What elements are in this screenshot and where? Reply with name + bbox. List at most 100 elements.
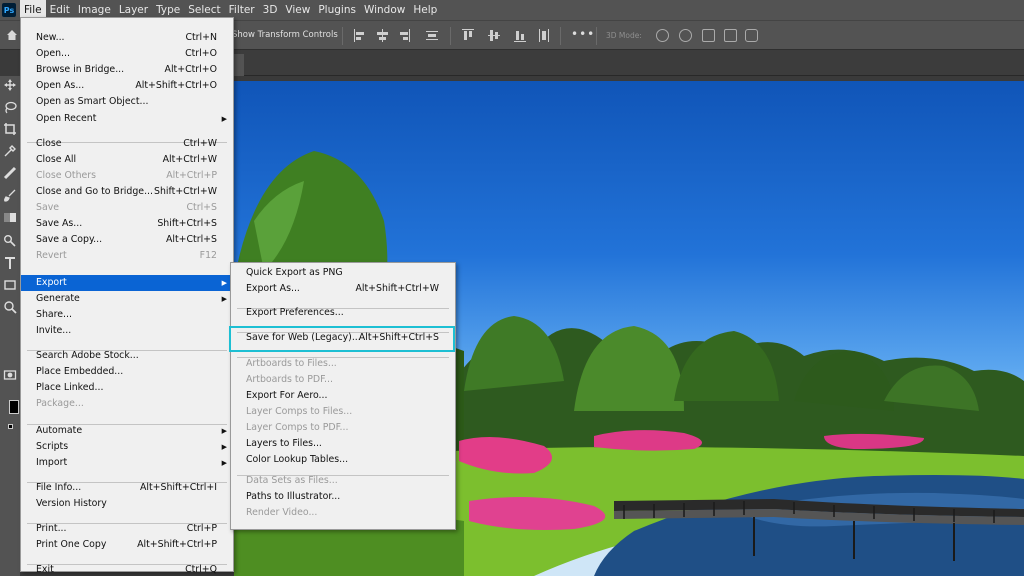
menu-item-label: Print One Copy <box>36 539 107 550</box>
export-item-render-video: Render Video... <box>231 505 455 521</box>
menu-item-label: Layer Comps to Files... <box>246 406 353 417</box>
foreground-color-swatch[interactable] <box>9 400 19 414</box>
export-item-paths-to-illustrator[interactable]: Paths to Illustrator... <box>231 489 455 505</box>
menu-item-label: Layers to Files... <box>246 438 322 449</box>
align-bottom-edges-icon[interactable] <box>514 29 526 42</box>
menu-item-label: Exit <box>36 564 54 575</box>
menu-view[interactable]: View <box>281 0 314 20</box>
menu-item-search-adobe-stock[interactable]: Search Adobe Stock... <box>21 348 233 364</box>
menu-item-print[interactable]: Print... Ctrl+P <box>21 521 233 537</box>
menu-item-label: Close <box>36 138 62 149</box>
menu-item-label: Automate <box>36 425 83 436</box>
submenu-arrow-icon: ▶ <box>221 279 227 287</box>
menu-item-open-as-smart-object[interactable]: Open as Smart Object... <box>21 94 233 110</box>
more-options-icon[interactable]: ••• <box>571 27 595 41</box>
distribute-vertical-icon[interactable] <box>538 29 550 42</box>
document-tab[interactable] <box>234 54 244 76</box>
menu-item-label: Revert <box>36 250 67 261</box>
export-item-export-preferences[interactable]: Export Preferences... <box>231 305 455 321</box>
menu-item-package: Package... <box>21 396 233 412</box>
submenu-arrow-icon: ▶ <box>221 115 227 123</box>
orbit-3d-icon[interactable] <box>656 29 669 42</box>
home-icon[interactable] <box>6 29 18 41</box>
menu-item-close[interactable]: Close Ctrl+W <box>21 136 233 152</box>
export-item-layer-comps-to-pdf: Layer Comps to PDF... <box>231 420 455 436</box>
default-colors-icon[interactable] <box>8 424 13 429</box>
menu-item-label: Layer Comps to PDF... <box>246 422 349 433</box>
document-tab-strip <box>234 50 1024 76</box>
pen-tool-icon[interactable] <box>3 234 17 248</box>
menu-item-place-linked[interactable]: Place Linked... <box>21 380 233 396</box>
menu-item-label: Data Sets as Files... <box>246 475 338 486</box>
zoom-tool-icon[interactable] <box>3 300 17 314</box>
menu-item-open-as[interactable]: Open As... Alt+Shift+Ctrl+O <box>21 78 233 94</box>
export-item-export-for-aero[interactable]: Export For Aero... <box>231 388 455 404</box>
move-tool-icon[interactable] <box>3 78 17 92</box>
menu-item-export[interactable]: Export ▶ <box>21 275 233 291</box>
menu-item-label: Generate <box>36 293 80 304</box>
menu-item-shortcut: Alt+Ctrl+S <box>165 234 217 245</box>
menu-item-import[interactable]: Import ▶ <box>21 455 233 471</box>
export-item-color-lookup-tables[interactable]: Color Lookup Tables... <box>231 452 455 468</box>
menu-plugins[interactable]: Plugins <box>314 0 360 20</box>
options-separator <box>560 27 561 45</box>
rectangle-tool-icon[interactable] <box>3 278 17 292</box>
align-vertical-centers-icon[interactable] <box>488 29 500 42</box>
export-item-quick-export-as-png[interactable]: Quick Export as PNG <box>231 265 455 281</box>
menu-item-place-embedded[interactable]: Place Embedded... <box>21 364 233 380</box>
menu-item-shortcut: Alt+Shift+Ctrl+W <box>355 283 439 294</box>
menu-item-automate[interactable]: Automate ▶ <box>21 423 233 439</box>
lasso-tool-icon[interactable] <box>3 100 17 114</box>
pan-3d-icon[interactable] <box>702 29 715 42</box>
menu-item-label: Search Adobe Stock... <box>36 350 139 361</box>
align-horizontal-centers-icon[interactable] <box>376 29 388 42</box>
menu-item-label: Export As... <box>246 283 300 294</box>
menu-item-close-and-go-to-bridge[interactable]: Close and Go to Bridge... Shift+Ctrl+W <box>21 184 233 200</box>
menu-item-close-others: Close Others Alt+Ctrl+P <box>21 168 233 184</box>
distribute-icon[interactable] <box>426 29 438 42</box>
quick-mask-icon[interactable] <box>3 368 17 382</box>
menu-item-open[interactable]: Open... Ctrl+O <box>21 46 233 62</box>
menu-item-save-as[interactable]: Save As... Shift+Ctrl+S <box>21 216 233 232</box>
menu-item-label: Save <box>36 202 60 213</box>
healing-brush-tool-icon[interactable] <box>3 166 17 180</box>
menu-item-exit[interactable]: Exit Ctrl+Q <box>21 562 233 576</box>
menu-item-scripts[interactable]: Scripts ▶ <box>21 439 233 455</box>
menu-item-open-recent[interactable]: Open Recent ▶ <box>21 111 233 127</box>
show-transform-controls-label[interactable]: Show Transform Controls <box>232 30 338 40</box>
menu-item-version-history[interactable]: Version History <box>21 496 233 512</box>
menu-item-new[interactable]: New... Ctrl+N <box>21 30 233 46</box>
crop-tool-icon[interactable] <box>3 122 17 136</box>
export-item-export-as[interactable]: Export As... Alt+Shift+Ctrl+W <box>231 281 455 297</box>
export-item-artboards-to-pdf: Artboards to PDF... <box>231 372 455 388</box>
align-top-edges-icon[interactable] <box>462 29 474 42</box>
menu-item-label: Open Recent <box>36 113 97 124</box>
menu-3d[interactable]: 3D <box>259 0 282 20</box>
options-separator <box>450 27 451 45</box>
scale-3d-icon[interactable] <box>745 29 758 42</box>
menu-window[interactable]: Window <box>360 0 409 20</box>
gradient-tool-icon[interactable] <box>3 210 17 224</box>
menu-item-close-all[interactable]: Close All Alt+Ctrl+W <box>21 152 233 168</box>
menu-item-label: Quick Export as PNG <box>246 267 343 278</box>
brush-tool-icon[interactable] <box>3 188 17 202</box>
slide-3d-icon[interactable] <box>724 29 737 42</box>
menu-help[interactable]: Help <box>409 0 441 20</box>
export-item-layers-to-files[interactable]: Layers to Files... <box>231 436 455 452</box>
roll-3d-icon[interactable] <box>679 29 692 42</box>
menu-item-file-info[interactable]: File Info... Alt+Shift+Ctrl+I <box>21 480 233 496</box>
menu-item-shortcut: Ctrl+Q <box>185 564 217 575</box>
menu-item-share[interactable]: Share... <box>21 307 233 323</box>
menu-item-generate[interactable]: Generate ▶ <box>21 291 233 307</box>
menu-item-save-a-copy[interactable]: Save a Copy... Alt+Ctrl+S <box>21 232 233 248</box>
menu-item-label: Paths to Illustrator... <box>246 491 341 502</box>
export-item-save-for-web-legacy[interactable]: Save for Web (Legacy)... Alt+Shift+Ctrl+S <box>231 330 455 346</box>
menu-item-invite[interactable]: Invite... <box>21 323 233 339</box>
submenu-arrow-icon: ▶ <box>221 459 227 467</box>
align-left-edges-icon[interactable] <box>354 29 366 42</box>
align-right-edges-icon[interactable] <box>398 29 410 42</box>
menu-item-browse-in-bridge[interactable]: Browse in Bridge... Alt+Ctrl+O <box>21 62 233 78</box>
type-tool-icon[interactable] <box>3 256 17 270</box>
eyedropper-tool-icon[interactable] <box>3 144 17 158</box>
menu-item-print-one-copy[interactable]: Print One Copy Alt+Shift+Ctrl+P <box>21 537 233 553</box>
